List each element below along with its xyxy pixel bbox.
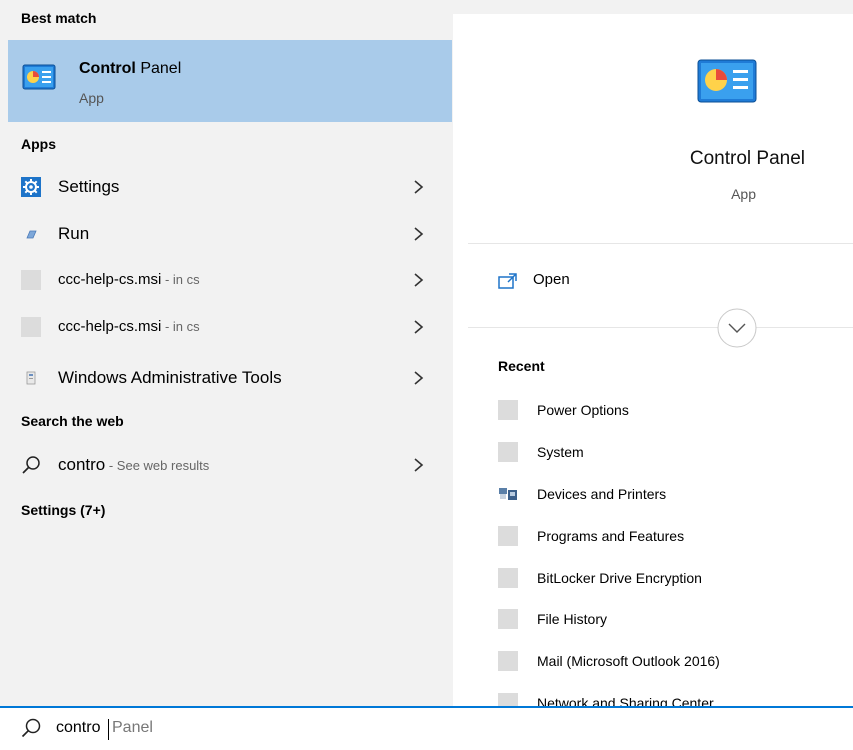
text-caret (108, 719, 109, 740)
recent-heading: Recent (498, 358, 545, 374)
msi-file-icon (21, 270, 41, 290)
blank-icon (498, 651, 518, 671)
recent-item-label: Power Options (537, 402, 629, 418)
open-action[interactable]: Open (453, 262, 853, 302)
recent-item[interactable]: Programs and Features (453, 518, 853, 558)
divider (468, 327, 853, 328)
recent-item-label: File History (537, 611, 608, 627)
app-item-label: Windows Administrative Tools (58, 368, 282, 387)
control-panel-icon (22, 62, 56, 94)
recent-item[interactable]: Power Options (453, 392, 853, 432)
search-web-heading: Search the web (21, 413, 124, 429)
recent-item[interactable]: Devices and Printers (453, 476, 853, 516)
web-result-label: contro - See web results (58, 455, 210, 474)
app-item-msi[interactable]: ccc-help-cs.msi - in cs (0, 258, 453, 302)
blank-icon (498, 609, 518, 629)
divider (468, 243, 853, 244)
chevron-right-icon[interactable] (412, 177, 426, 197)
expand-chevron-icon[interactable] (716, 307, 758, 349)
blank-icon (498, 442, 518, 462)
search-box[interactable]: contro Panel (0, 706, 853, 750)
app-item-run[interactable]: Run (0, 212, 453, 256)
blank-icon (498, 693, 518, 706)
recent-item-label: BitLocker Drive Encryption (537, 570, 702, 586)
best-match-title: Control Panel (79, 60, 182, 77)
settings-count-heading[interactable]: Settings (7+) (21, 502, 105, 518)
devices-printers-icon (498, 484, 518, 504)
recent-item[interactable]: System (453, 434, 853, 474)
best-match-control-panel[interactable]: Control Panel App (8, 40, 452, 122)
recent-item-label: Devices and Printers (537, 486, 667, 502)
msi-file-icon (21, 317, 41, 337)
app-item-label: ccc-help-cs.msi - in cs (58, 271, 200, 288)
recent-item-label: Network and Sharing Center (537, 695, 714, 706)
recent-item[interactable]: File History (453, 601, 853, 641)
recent-item[interactable]: BitLocker Drive Encryption (453, 560, 853, 600)
apps-heading: Apps (21, 136, 56, 152)
open-label: Open (533, 271, 570, 288)
recent-item-label: Programs and Features (537, 528, 685, 544)
recent-item[interactable]: Mail (Microsoft Outlook 2016) (453, 643, 853, 683)
search-icon (20, 717, 42, 739)
recent-item-label: Mail (Microsoft Outlook 2016) (537, 653, 720, 669)
app-item-label: Settings (58, 177, 120, 196)
recent-item-label: System (537, 444, 584, 460)
app-item-settings[interactable]: Settings (0, 165, 453, 209)
details-top-strip (453, 0, 853, 14)
app-item-label: Run (58, 224, 90, 243)
blank-icon (498, 400, 518, 420)
app-item-admin-tools[interactable]: Windows Administrative Tools (0, 356, 453, 400)
details-app-type: App (731, 186, 756, 202)
web-result-item[interactable]: contro - See web results (0, 443, 453, 487)
search-autocomplete-suggestion: Panel (112, 719, 153, 736)
chevron-right-icon[interactable] (412, 317, 426, 337)
chevron-right-icon[interactable] (412, 224, 426, 244)
details-app-title: Control Panel (689, 148, 805, 169)
best-match-heading: Best match (21, 10, 97, 26)
blank-icon (498, 568, 518, 588)
blank-icon (498, 526, 518, 546)
results-pane: Best match Control Panel App Apps Settin… (0, 0, 453, 706)
search-input-text[interactable]: contro (56, 719, 100, 737)
chevron-right-icon[interactable] (412, 455, 426, 475)
app-item-label: ccc-help-cs.msi - in cs (58, 318, 200, 335)
run-icon (21, 224, 41, 244)
search-icon (21, 455, 41, 475)
admin-tools-icon (21, 368, 41, 388)
chevron-right-icon[interactable] (412, 368, 426, 388)
app-item-msi[interactable]: ccc-help-cs.msi - in cs (0, 305, 453, 349)
recent-item[interactable]: Network and Sharing Center (453, 685, 853, 706)
control-panel-large-icon (697, 58, 757, 106)
settings-gear-icon (21, 177, 41, 197)
open-icon (497, 271, 519, 291)
best-match-subtitle: App (79, 90, 104, 106)
details-pane: Control Panel App Open Recent Power Opti… (453, 0, 853, 706)
chevron-right-icon[interactable] (412, 270, 426, 290)
